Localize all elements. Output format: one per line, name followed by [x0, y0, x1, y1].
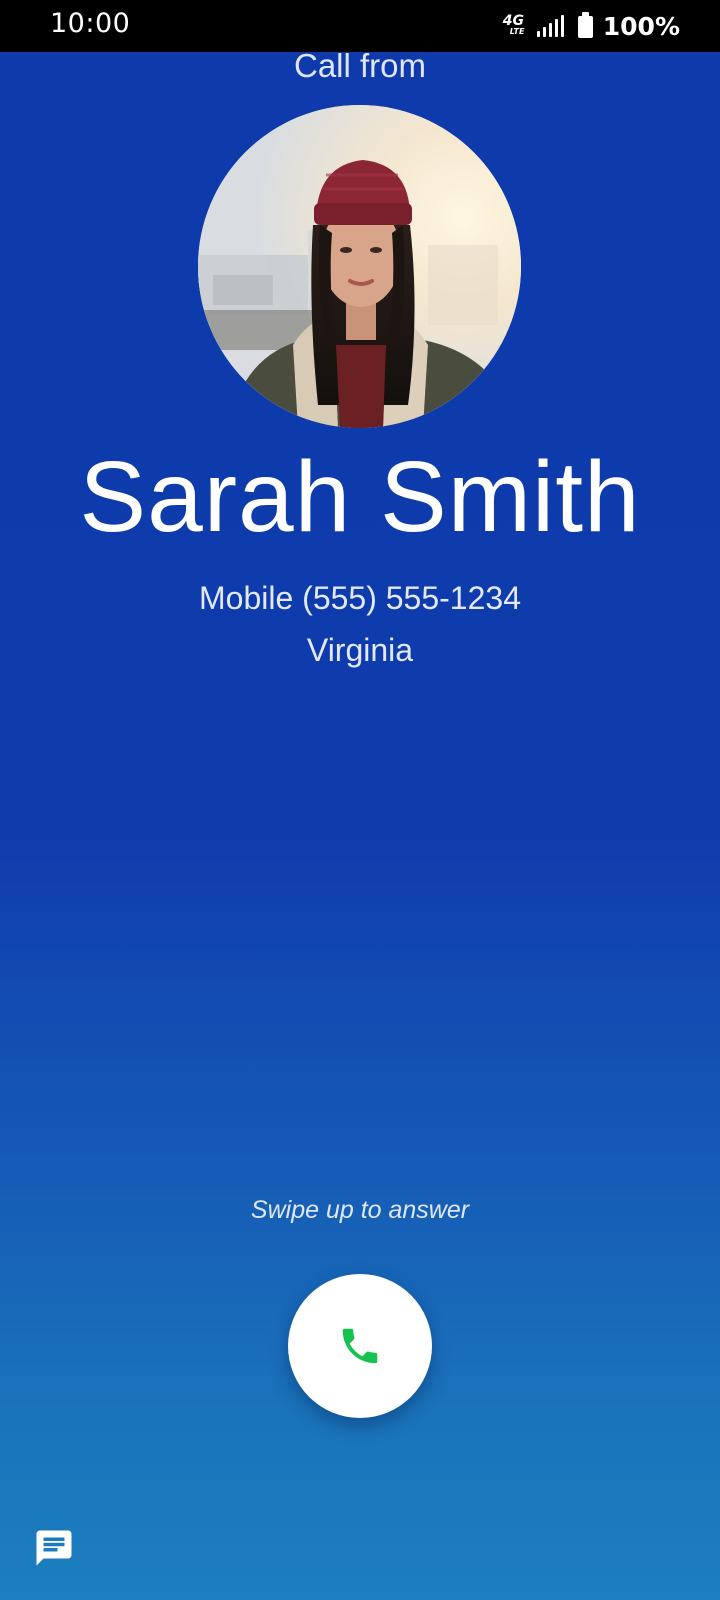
status-icons: 4G LTE 100% — [503, 10, 680, 42]
swipe-hint: Swipe up to answer — [250, 1196, 470, 1224]
caller-avatar — [198, 105, 521, 428]
message-icon — [36, 1530, 72, 1566]
answer-call-button[interactable] — [288, 1274, 432, 1418]
caller-name: Sarah Smith — [79, 441, 641, 553]
phone-icon — [342, 1328, 378, 1364]
reply-message-button[interactable] — [30, 1524, 78, 1572]
battery-percent: 100% — [602, 11, 680, 41]
network-indicator: 4G LTE — [503, 12, 529, 40]
signal-bars-icon — [536, 15, 564, 37]
caller-location: Virginia — [306, 632, 414, 668]
call-header: Call from — [293, 47, 427, 84]
incoming-call-screen: 10:00 4G LTE 100% Call from Sarah Smith … — [0, 0, 720, 1600]
battery-full-icon — [577, 12, 593, 38]
network-subtype: LTE — [509, 27, 525, 36]
caller-number: Mobile (555) 555-1234 — [199, 580, 521, 616]
status-time: 10:00 — [50, 8, 131, 39]
status-bar: 10:00 4G LTE 100% — [0, 0, 720, 52]
